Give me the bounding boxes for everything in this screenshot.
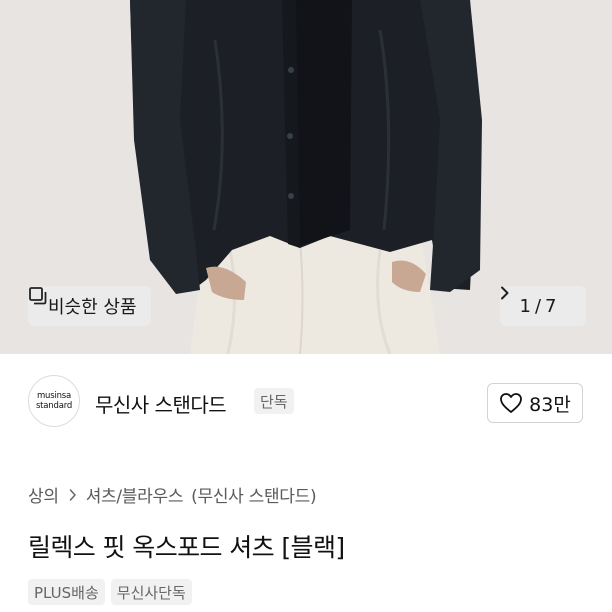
brand-row: musinsa standard 무신사 스탠다드 단독 83만 xyxy=(0,354,612,450)
like-count: 83만 xyxy=(529,393,571,416)
breadcrumb-subcategory[interactable]: 셔츠/블라우스 xyxy=(86,482,184,507)
tag-musinsa-exclusive: 무신사단독 xyxy=(110,579,192,605)
product-tags: PLUS배송 무신사단독 xyxy=(28,579,198,605)
image-counter-next-button[interactable]: 1 / 7 xyxy=(500,286,586,326)
breadcrumb-category[interactable]: 상의 xyxy=(28,482,59,507)
similar-products-button[interactable]: 비슷한 상품 xyxy=(28,286,151,326)
image-total-count: 7 xyxy=(545,295,557,317)
brand-logo[interactable]: musinsa standard xyxy=(28,375,80,427)
brand-logo-line1: musinsa xyxy=(36,391,72,401)
brand-logo-line2: standard xyxy=(35,401,73,411)
exclusive-badge: 단독 xyxy=(254,388,294,414)
brand-name-link[interactable]: 무신사 스탠다드 xyxy=(95,389,227,418)
similar-products-label: 비슷한 상품 xyxy=(48,297,137,318)
image-current-index: 1 xyxy=(519,295,531,317)
product-image[interactable]: 비슷한 상품 1 / 7 xyxy=(0,0,612,354)
breadcrumb-brand[interactable]: (무신사 스탠다드) xyxy=(191,482,316,507)
like-button[interactable]: 83만 xyxy=(487,383,583,423)
heart-outline-icon xyxy=(499,392,523,414)
image-counter-separator: / xyxy=(534,295,542,317)
chevron-right-icon xyxy=(69,488,77,501)
breadcrumb: 상의 셔츠/블라우스 (무신사 스탠다드) xyxy=(28,482,317,507)
product-title: 릴렉스 핏 옥스포드 셔츠 [블랙] xyxy=(28,533,345,562)
tag-plus-delivery: PLUS배송 xyxy=(28,579,105,605)
